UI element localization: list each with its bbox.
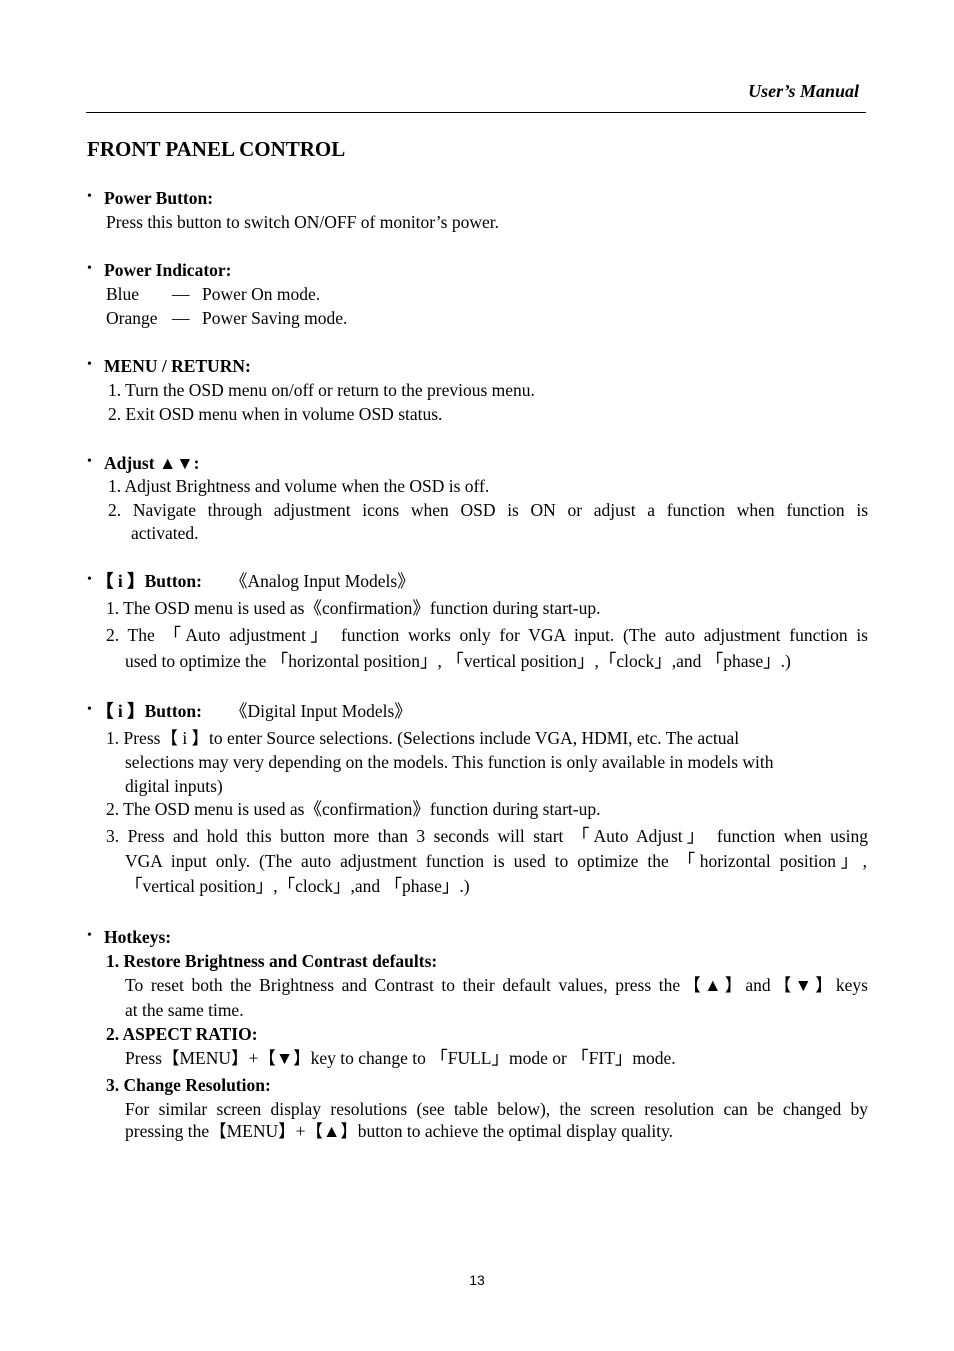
hotkey-description: Press【MENU】+【▼】key to change to 「FULL」mo…: [125, 1048, 676, 1068]
indicator-dash: —: [172, 284, 190, 304]
power-indicator-title: Power Indicator:: [104, 260, 232, 280]
hotkey-description: For similar screen display resolutions (…: [125, 1099, 868, 1119]
bullet-icon: •: [87, 189, 92, 204]
i-button-analog-item-continued: used to optimize the 「horizontal positio…: [125, 651, 791, 671]
indicator-meaning-orange: Power Saving mode.: [202, 308, 348, 328]
i-button-digital-note: 《Digital Input Models》: [230, 701, 412, 721]
i-button-analog-note: 《Analog Input Models》: [230, 571, 415, 591]
hotkey-heading: 2. ASPECT RATIO:: [106, 1024, 258, 1044]
hotkey-heading: 3. Change Resolution:: [106, 1075, 271, 1095]
adjust-item: 1. Adjust Brightness and volume when the…: [108, 476, 490, 496]
hotkey-description: at the same time.: [125, 1000, 244, 1020]
power-button-title: Power Button:: [104, 188, 214, 208]
i-button-digital-item-continued: selections may very depending on the mod…: [125, 752, 774, 772]
adjust-item: 2. Navigate through adjustment icons whe…: [108, 500, 868, 520]
hotkey-description: To reset both the Brightness and Contras…: [125, 975, 868, 995]
bullet-icon: •: [87, 454, 92, 469]
bullet-icon: •: [87, 261, 92, 276]
i-button-analog-item: 1. The OSD menu is used as《confirmation》…: [106, 598, 601, 618]
indicator-meaning-blue: Power On mode.: [202, 284, 321, 304]
indicator-dash: —: [172, 308, 190, 328]
header-rule: [86, 112, 866, 113]
i-button-digital-item-continued: digital inputs): [125, 776, 223, 796]
hotkeys-title: Hotkeys:: [104, 927, 172, 947]
adjust-item-continued: activated.: [131, 523, 199, 543]
bullet-icon: •: [87, 357, 92, 372]
hotkey-heading: 1. Restore Brightness and Contrast defau…: [106, 951, 438, 971]
power-button-text: Press this button to switch ON/OFF of mo…: [106, 212, 499, 232]
i-button-analog-item: 2. The 「Auto adjustment」 function works …: [106, 625, 868, 645]
hotkey-description: pressing the【MENU】+【▲】button to achieve …: [125, 1121, 674, 1141]
menu-return-item: 1. Turn the OSD menu on/off or return to…: [108, 380, 535, 400]
i-button-digital-item: 3. Press and hold this button more than …: [106, 826, 868, 846]
page-number: 13: [469, 1272, 485, 1288]
i-button-digital-title: 【 i 】Button:: [96, 701, 202, 721]
i-button-digital-item-continued: VGA input only. (The auto adjustment fun…: [125, 851, 867, 871]
i-button-digital-item: 2. The OSD menu is used as《confirmation》…: [106, 799, 601, 819]
indicator-color-orange: Orange: [106, 308, 158, 328]
indicator-color-blue: Blue: [106, 284, 140, 304]
bullet-icon: •: [87, 572, 92, 587]
bullet-icon: •: [87, 702, 92, 717]
menu-return-title: MENU / RETURN:: [104, 356, 251, 376]
header-title: User’s Manual: [748, 81, 859, 101]
i-button-digital-item-continued: 「vertical position」,「clock」,and 「phase」.…: [125, 876, 470, 896]
adjust-title: Adjust ▲▼:: [104, 453, 200, 473]
bullet-icon: •: [87, 928, 92, 943]
page-heading: FRONT PANEL CONTROL: [87, 137, 346, 161]
i-button-digital-item: 1. Press【 i 】to enter Source selections.…: [106, 728, 740, 748]
i-button-analog-title: 【 i 】Button:: [96, 571, 202, 591]
menu-return-item: 2. Exit OSD menu when in volume OSD stat…: [108, 404, 443, 424]
